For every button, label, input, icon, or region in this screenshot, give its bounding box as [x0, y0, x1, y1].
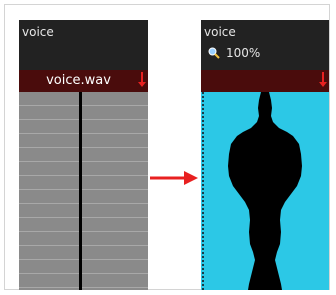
waveform-area[interactable]	[201, 92, 329, 290]
sound-file-bar[interactable]	[201, 70, 329, 92]
sound-column-waveform: voice 100%	[201, 20, 329, 290]
zoom-value: 100%	[226, 46, 261, 60]
cell-divider	[79, 92, 82, 290]
sound-file-name: voice.wav	[46, 73, 111, 88]
right-arrow-icon	[150, 171, 198, 185]
magnifier-icon	[208, 47, 220, 59]
column-header[interactable]: voice	[19, 20, 148, 70]
down-arrow-marker-icon	[138, 72, 146, 87]
sound-waveform	[202, 92, 302, 290]
sound-column-before: voice voice.wav	[19, 20, 148, 290]
column-title: voice	[204, 25, 236, 39]
down-arrow-marker-icon	[319, 72, 327, 87]
sound-cells[interactable]	[19, 92, 148, 290]
column-header[interactable]: voice 100%	[201, 20, 329, 70]
column-title: voice	[22, 25, 54, 39]
sound-file-bar[interactable]: voice.wav	[19, 70, 148, 92]
zoom-control[interactable]: 100%	[208, 45, 260, 61]
